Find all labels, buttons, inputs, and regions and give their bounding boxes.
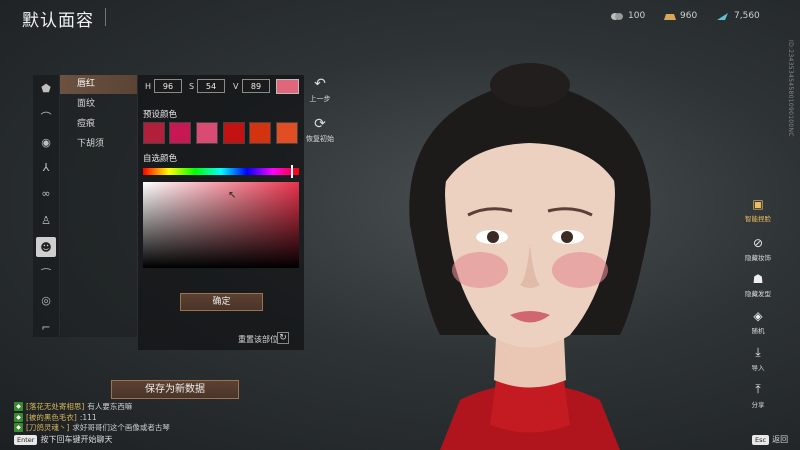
- chat-line: ◆ [落花无处寄相思] 有人要东西嘛: [14, 401, 132, 412]
- page-title: 默认面容: [22, 11, 94, 31]
- eyebrow-icon[interactable]: ⌒: [36, 107, 56, 127]
- import-icon: ⤓: [755, 345, 761, 359]
- chat-badge-icon: ◆: [14, 423, 23, 432]
- back-button[interactable]: Esc 返回: [752, 434, 788, 445]
- undo-button[interactable]: ↶ 上一步: [300, 76, 340, 104]
- hide-hair-icon: ☗: [752, 272, 764, 286]
- feather-value: 7,560: [734, 11, 760, 21]
- reset-part-icon[interactable]: ↻: [277, 332, 289, 344]
- chat-channel[interactable]: [刀鸽灵魂丶]: [26, 422, 69, 433]
- coin-icon: [611, 12, 623, 20]
- gold-bar-icon: [664, 13, 676, 20]
- confirm-button[interactable]: 确定: [180, 293, 263, 311]
- gold-value: 960: [680, 11, 698, 21]
- chat-channel[interactable]: [落花无处寄相思]: [26, 401, 84, 412]
- nose-icon[interactable]: ⅄: [36, 157, 56, 177]
- undo-label: 上一步: [309, 95, 331, 103]
- share-label: 分享: [751, 401, 765, 409]
- random-button[interactable]: ◈ 随机: [738, 309, 778, 335]
- hide-makeup-label: 隐藏妆饰: [745, 254, 771, 262]
- preset-color-swatch[interactable]: [249, 122, 271, 144]
- save-as-new-button[interactable]: 保存为新数据: [111, 380, 239, 399]
- random-icon: ◈: [753, 309, 763, 323]
- value-input[interactable]: 89: [242, 79, 270, 93]
- hide-makeup-button[interactable]: ⊘ 隐藏妆饰: [738, 236, 778, 262]
- hide-makeup-icon: ⊘: [752, 236, 764, 250]
- custom-color-label: 自选颜色: [143, 154, 178, 164]
- enter-hint-text: 按下回车键开始聊天: [40, 435, 113, 444]
- saturation-input[interactable]: 54: [197, 79, 225, 93]
- preset-color-swatch[interactable]: [169, 122, 191, 144]
- brow-makeup-icon[interactable]: ⁀: [36, 264, 56, 284]
- title-divider: [105, 8, 106, 26]
- hide-hair-label: 隐藏发型: [745, 290, 771, 298]
- subnav-item-face-lines[interactable]: 面纹: [60, 95, 137, 114]
- smart-capture-button[interactable]: ▣ 智能捏脸: [738, 197, 778, 223]
- top-bar: 默认面容 100 960 7,560: [0, 0, 800, 34]
- character-portrait: [409, 63, 651, 450]
- chat-input-hint[interactable]: Enter 按下回车键开始聊天: [14, 434, 112, 445]
- share-icon: ⤒: [755, 382, 761, 396]
- hide-hair-button[interactable]: ☗ 隐藏发型: [738, 272, 778, 298]
- hue-label: H: [145, 82, 152, 91]
- subnav-item-beard[interactable]: 下胡须: [60, 135, 137, 154]
- face-shape-icon[interactable]: ⬟: [36, 78, 56, 98]
- restore-label: 恢复初始: [306, 135, 334, 143]
- gold-counter: 960: [662, 11, 697, 21]
- preset-colors-label: 预设颜色: [143, 110, 178, 120]
- current-color-swatch: [276, 79, 299, 94]
- saturation-value-picker[interactable]: [143, 182, 299, 268]
- coin-counter: 100: [610, 11, 645, 21]
- undo-icon: ↶: [314, 76, 326, 92]
- hue-slider[interactable]: [143, 168, 299, 175]
- subnav-item-lip-color[interactable]: 唇红: [60, 75, 137, 94]
- preset-color-swatch[interactable]: [196, 122, 218, 144]
- enter-key-badge: Enter: [14, 434, 38, 445]
- chat-badge-icon: ◆: [14, 413, 23, 422]
- preset-color-swatch[interactable]: [223, 122, 245, 144]
- random-label: 随机: [751, 327, 765, 335]
- hue-input[interactable]: 96: [154, 79, 182, 93]
- chat-text: 有人要东西嘛: [87, 402, 133, 411]
- smart-capture-label: 智能捏脸: [745, 215, 771, 223]
- eye-icon[interactable]: ◉: [36, 132, 56, 152]
- mouth-icon[interactable]: ∞: [36, 183, 56, 203]
- feather-counter: 7,560: [716, 11, 760, 21]
- preset-color-swatch[interactable]: [276, 122, 298, 144]
- chat-badge-icon: ◆: [14, 402, 23, 411]
- chat-text: :111: [79, 413, 97, 422]
- preset-color-swatch[interactable]: [143, 122, 165, 144]
- value-label: V: [233, 82, 239, 91]
- coin-value: 100: [628, 11, 646, 21]
- category-strip: ⬟ ⌒ ◉ ⅄ ∞ ♙ ☻ ⁀ ◎ ⌐: [33, 75, 59, 337]
- back-label: 返回: [772, 435, 789, 444]
- esc-key-badge: Esc: [752, 434, 770, 445]
- makeup-icon[interactable]: ☻: [36, 237, 56, 257]
- import-label: 导入: [751, 364, 765, 372]
- share-button[interactable]: ⤒ 分享: [738, 382, 778, 409]
- chat-line: ◆ [刀鸽灵魂丶] 求好哥哥们这个画像或者古琴: [14, 422, 170, 433]
- character-id: ID:2343534545801090100NC: [787, 40, 794, 137]
- restore-icon: ⟳: [314, 116, 326, 132]
- picker-cursor-icon: ↖: [228, 190, 237, 201]
- feather-icon: [717, 12, 728, 20]
- hue-slider-handle[interactable]: [291, 165, 293, 178]
- tattoo-icon[interactable]: ⌐: [36, 317, 56, 337]
- body-icon[interactable]: ♙: [36, 210, 56, 230]
- eye-makeup-icon[interactable]: ◎: [36, 290, 56, 310]
- restore-button[interactable]: ⟳ 恢复初始: [300, 116, 340, 144]
- import-button[interactable]: ⤓ 导入: [738, 345, 778, 372]
- subnav-item-scars[interactable]: 痘痕: [60, 115, 137, 134]
- smart-capture-icon: ▣: [752, 197, 764, 211]
- sub-nav: 唇红 面纹 痘痕 下胡须: [60, 75, 137, 337]
- reset-part-label[interactable]: 重置该部位: [238, 334, 278, 345]
- chat-text: 求好哥哥们这个画像或者古琴: [72, 423, 170, 432]
- saturation-label: S: [189, 82, 195, 91]
